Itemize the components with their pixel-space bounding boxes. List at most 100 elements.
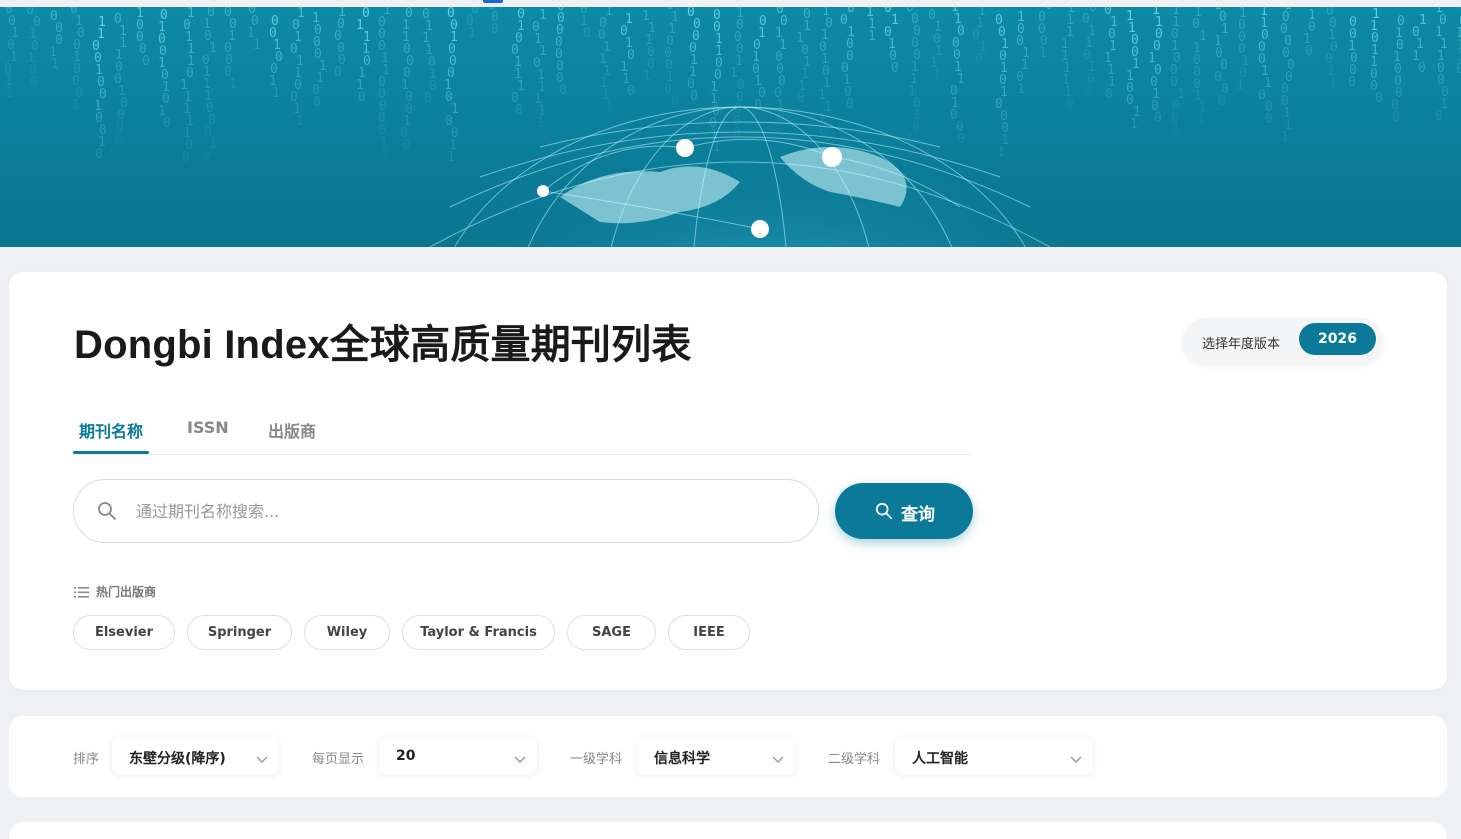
svg-text:1: 1 — [209, 41, 217, 56]
svg-text:1: 1 — [537, 116, 545, 131]
svg-text:1: 1 — [272, 86, 280, 101]
svg-text:0: 0 — [559, 83, 567, 98]
svg-text:1: 1 — [1017, 82, 1025, 97]
hot-publishers-label: 热门出版商 — [96, 585, 157, 599]
svg-text:0: 0 — [163, 116, 171, 131]
query-button-label: 查询 — [901, 505, 935, 525]
hero-banner: 0010101110010100000110010010001110010010… — [0, 7, 1461, 247]
page-title: Dongbi Index全球高质量期刊列表 — [74, 323, 692, 367]
primary-discipline-select[interactable]: 信息科学 — [637, 737, 795, 775]
publisher-chip-wiley[interactable]: Wiley — [304, 615, 390, 650]
svg-text:0: 0 — [1392, 110, 1400, 125]
svg-text:0: 0 — [1348, 75, 1356, 90]
search-tabs: 期刊名称 ISSN 出版商 — [73, 410, 974, 455]
svg-text:0: 0 — [313, 95, 321, 110]
svg-text:1: 1 — [381, 147, 389, 162]
secondary-discipline-select[interactable]: 人工智能 — [895, 737, 1093, 775]
svg-text:1: 1 — [72, 98, 80, 113]
list-icon — [74, 584, 89, 603]
svg-text:1: 1 — [296, 114, 304, 129]
svg-text:1: 1 — [253, 38, 261, 53]
svg-text:0: 0 — [515, 103, 523, 118]
svg-text:0: 0 — [491, 22, 499, 37]
svg-text:1: 1 — [209, 137, 217, 152]
svg-text:0: 0 — [846, 97, 854, 112]
search-box[interactable] — [73, 479, 819, 543]
svg-text:0: 0 — [1435, 109, 1443, 124]
svg-text:1: 1 — [643, 69, 651, 84]
svg-text:0: 0 — [671, 94, 679, 109]
secondary-discipline-value: 人工智能 — [912, 751, 968, 767]
svg-text:0: 0 — [891, 61, 899, 76]
svg-text:1: 1 — [229, 77, 237, 92]
svg-text:1: 1 — [539, 8, 547, 23]
publisher-chip-elsevier[interactable]: Elsevier — [73, 615, 175, 650]
svg-text:1: 1 — [1281, 130, 1289, 145]
chevron-down-icon — [1070, 750, 1082, 769]
svg-text:0: 0 — [1105, 87, 1113, 102]
svg-text:1: 1 — [1172, 123, 1180, 138]
svg-text:1: 1 — [1197, 113, 1205, 128]
primary-discipline-value: 信息科学 — [654, 751, 710, 767]
svg-text:0: 0 — [690, 89, 698, 104]
page-size-label: 每页显示 — [312, 752, 365, 767]
svg-text:0: 0 — [30, 75, 38, 90]
svg-text:0: 0 — [142, 54, 150, 69]
year-version-button[interactable]: 2026 — [1299, 323, 1376, 355]
svg-text:0: 0 — [114, 132, 122, 147]
svg-text:1: 1 — [1236, 78, 1244, 93]
svg-text:0: 0 — [1375, 91, 1383, 106]
svg-text:0: 0 — [95, 147, 103, 162]
tab-issn[interactable]: ISSN — [187, 418, 229, 437]
svg-text:1: 1 — [1329, 76, 1337, 91]
svg-text:0: 0 — [202, 149, 210, 164]
chevron-down-icon — [514, 750, 526, 769]
query-button[interactable]: 查询 — [835, 483, 973, 539]
publisher-chip-ieee[interactable]: IEEE — [668, 615, 750, 650]
search-icon — [875, 502, 893, 524]
svg-text:0: 0 — [1218, 94, 1226, 109]
svg-text:1: 1 — [447, 150, 455, 165]
results-card — [9, 822, 1447, 839]
svg-text:0: 0 — [424, 91, 432, 106]
sort-select[interactable]: 东壁分级(降序) — [112, 737, 279, 775]
page-size-value: 20 — [396, 748, 416, 764]
secondary-discipline-label: 二级学科 — [828, 752, 881, 767]
publisher-chip-springer[interactable]: Springer — [187, 615, 292, 650]
year-version-label: 选择年度版本 — [1202, 337, 1281, 352]
svg-text:0: 0 — [1154, 111, 1162, 126]
svg-text:1: 1 — [605, 100, 613, 115]
svg-text:1: 1 — [1419, 13, 1427, 28]
svg-text:0: 0 — [1066, 97, 1074, 112]
svg-text:1: 1 — [933, 68, 941, 83]
primary-discipline-label: 一级学科 — [570, 752, 623, 767]
svg-text:1: 1 — [803, 19, 811, 34]
svg-text:0: 0 — [627, 84, 635, 99]
active-tab-indicator — [73, 451, 149, 454]
tab-publisher[interactable]: 出版商 — [268, 418, 316, 442]
svg-text:0: 0 — [627, 48, 635, 63]
svg-text:0: 0 — [975, 52, 983, 67]
svg-text:0: 0 — [402, 138, 410, 153]
search-input[interactable] — [136, 498, 776, 524]
svg-text:0: 0 — [957, 132, 965, 147]
svg-text:1: 1 — [1130, 117, 1138, 132]
sort-label: 排序 — [73, 752, 100, 767]
filter-bar: 排序 东壁分级(降序) 每页显示 20 一级学科 信息科学 二级学科 人工智能 — [9, 716, 1447, 797]
svg-text:1: 1 — [5, 86, 13, 101]
top-indicator — [483, 0, 503, 3]
svg-text:0: 0 — [1265, 112, 1273, 127]
svg-text:0: 0 — [583, 26, 591, 41]
page-size-select[interactable]: 20 — [379, 737, 537, 775]
svg-text:1: 1 — [1039, 46, 1047, 61]
svg-text:0: 0 — [1089, 7, 1097, 15]
search-icon — [97, 501, 117, 525]
svg-text:1: 1 — [468, 26, 476, 41]
search-card: Dongbi Index全球高质量期刊列表 选择年度版本 2026 期刊名称 I… — [9, 272, 1447, 690]
publisher-chip-taylor-francis[interactable]: Taylor & Francis — [402, 615, 555, 650]
svg-text:0: 0 — [797, 91, 805, 106]
tab-journal-name[interactable]: 期刊名称 — [79, 418, 143, 442]
publisher-chip-sage[interactable]: SAGE — [567, 615, 656, 650]
svg-text:0: 0 — [358, 90, 366, 105]
svg-text:0: 0 — [1085, 84, 1093, 99]
